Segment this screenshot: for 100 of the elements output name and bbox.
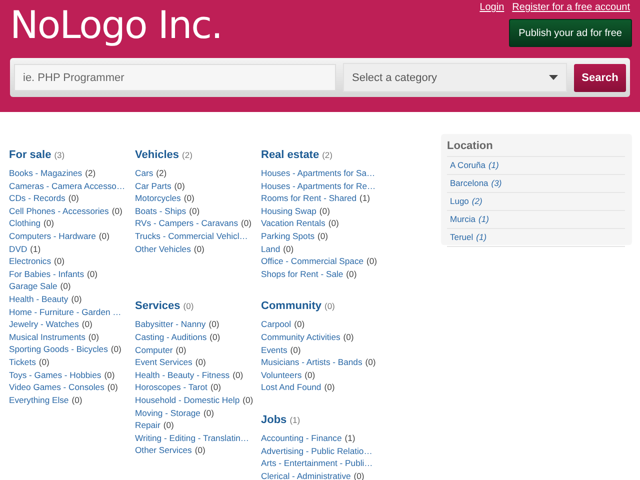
- category-heading[interactable]: Jobs: [261, 414, 287, 426]
- location-link[interactable]: Barcelona: [450, 178, 488, 188]
- location-link[interactable]: Teruel: [450, 232, 474, 242]
- category-select[interactable]: Select a category: [343, 63, 567, 92]
- subcategory-link[interactable]: CDs - Records: [9, 193, 66, 204]
- location-link[interactable]: Lugo: [450, 196, 469, 206]
- subcategory-link[interactable]: Computers - Hardware: [9, 230, 96, 241]
- location-count: (2): [472, 196, 482, 206]
- subcategory-count: (0): [195, 357, 206, 368]
- subcategory-count: (0): [365, 357, 376, 368]
- subcategory-link[interactable]: Jewelry - Watches: [9, 319, 79, 330]
- subcategory-count: (0): [44, 218, 54, 228]
- subcategory-count: (0): [107, 382, 118, 392]
- subcategory-count: (0): [72, 394, 82, 405]
- subcategory-link[interactable]: Advertising - Public Relatio…: [261, 446, 372, 456]
- subcategory-count: (0): [174, 180, 185, 191]
- subcategory-link[interactable]: Electronics: [9, 256, 52, 266]
- subcategory-link[interactable]: Land: [261, 244, 280, 254]
- subcategory-link[interactable]: Moving - Storage: [135, 408, 200, 418]
- caret-icon: [549, 75, 558, 80]
- category-count: (0): [324, 301, 335, 312]
- site-logo[interactable]: NoLogo Inc.: [10, 3, 222, 58]
- subcategory-link[interactable]: DVD: [9, 244, 28, 254]
- header-link[interactable]: Register for a free account: [512, 2, 630, 13]
- subcategory-link[interactable]: Housing Swap: [261, 206, 316, 216]
- publish-ad-button[interactable]: Publish your ad for free: [508, 19, 632, 47]
- subcategory-count: (0): [241, 218, 252, 228]
- subcategory-link[interactable]: Houses - Apartments for Re…: [261, 180, 376, 191]
- location-count: (1): [488, 160, 499, 170]
- subcategory-count: (0): [82, 319, 92, 330]
- subcategory-count: (0): [68, 193, 79, 204]
- subcategory-link[interactable]: Community Activities: [261, 332, 340, 342]
- subcategory-link[interactable]: Car Parts: [135, 180, 172, 191]
- subcategory-count: (0): [203, 408, 214, 418]
- header-link[interactable]: Login: [480, 2, 504, 13]
- subcategory-link[interactable]: RVs - Campers - Caravans: [135, 218, 238, 228]
- subcategory-link[interactable]: Health - Beauty: [9, 294, 68, 304]
- subcategory-link[interactable]: Computer: [135, 344, 173, 355]
- location-count: (3): [491, 178, 502, 188]
- subcategory-link[interactable]: Clerical - Administrative: [261, 470, 351, 480]
- subcategory-count: (0): [366, 256, 378, 266]
- subcategory-link[interactable]: Volunteers: [261, 370, 302, 380]
- subcategory-link[interactable]: Accounting - Finance: [261, 432, 342, 443]
- subcategory-count: (0): [283, 244, 294, 254]
- subcategory-link[interactable]: Video Games - Consoles: [9, 382, 104, 392]
- location-count: (1): [478, 214, 489, 224]
- subcategory-link[interactable]: Musicians - Artists - Bands: [261, 357, 362, 368]
- subcategory-link[interactable]: Home - Furniture - Garden …: [9, 306, 122, 317]
- subcategory-link[interactable]: Event Services: [135, 357, 192, 368]
- subcategory-link[interactable]: Cell Phones - Accessories: [9, 206, 109, 216]
- subcategory-count: (0): [104, 370, 115, 380]
- subcategory-link[interactable]: Events: [261, 344, 288, 355]
- subcategory-link[interactable]: Vacation Rentals: [261, 218, 326, 228]
- subcategory-link[interactable]: Carpool: [261, 319, 292, 330]
- subcategory-link[interactable]: Cars: [135, 168, 154, 178]
- subcategory-link[interactable]: Office - Commercial Space: [261, 256, 364, 266]
- subcategory-link[interactable]: Boats - Ships: [135, 206, 186, 216]
- subcategory-link[interactable]: Lost And Found: [261, 382, 322, 392]
- subcategory-link[interactable]: Trucks - Commercial Vehicl…: [135, 230, 248, 241]
- subcategory-link[interactable]: Writing - Editing - Translatin…: [135, 432, 249, 443]
- subcategory-link[interactable]: Horoscopes - Tarot: [135, 382, 208, 392]
- subcategory-link[interactable]: Motorcycles: [135, 193, 181, 204]
- subcategory-link[interactable]: For Babies - Infants: [9, 268, 84, 279]
- subcategory-count: (0): [304, 370, 316, 380]
- subcategory-link[interactable]: Parking Spots: [261, 230, 315, 241]
- subcategory-link[interactable]: Musical Instruments: [9, 332, 86, 342]
- subcategory-link[interactable]: Houses - Apartments for Sa…: [261, 168, 376, 178]
- search-button[interactable]: Search: [574, 64, 626, 92]
- subcategory-link[interactable]: Books - Magazines: [9, 168, 82, 178]
- subcategory-count: (0): [194, 445, 206, 456]
- subcategory-link[interactable]: Garage Sale: [9, 281, 58, 292]
- subcategory-link[interactable]: Other Services: [135, 445, 192, 456]
- subcategory-link[interactable]: Toys - Games - Hobbies: [9, 370, 102, 380]
- category-heading[interactable]: Real estate: [261, 149, 320, 161]
- subcategory-link[interactable]: Household - Domestic Help: [135, 394, 240, 405]
- subcategory-link[interactable]: Tickets: [9, 356, 36, 367]
- category-heading[interactable]: Services: [135, 300, 180, 312]
- location-link[interactable]: Murcia: [450, 214, 476, 224]
- subcategory-count: (0): [319, 206, 330, 216]
- subcategory-count: (0): [98, 230, 110, 241]
- category-heading[interactable]: Vehicles: [135, 149, 180, 161]
- subcategory-link[interactable]: Arts - Entertainment - Publi…: [261, 458, 373, 468]
- subcategory-count: (0): [208, 319, 220, 330]
- subcategory-link[interactable]: Clothing: [9, 218, 41, 228]
- subcategory-link[interactable]: Other Vehicles: [135, 244, 191, 254]
- category-heading[interactable]: For sale: [9, 149, 52, 161]
- category-heading[interactable]: Community: [261, 300, 322, 312]
- search-field[interactable]: ie. PHP Programmer: [14, 64, 336, 91]
- subcategory-link[interactable]: Sporting Goods - Bicycles: [9, 344, 108, 354]
- subcategory-link[interactable]: Cameras - Camera Accesso…: [9, 180, 126, 191]
- subcategory-count: (0): [110, 344, 122, 354]
- subcategory-count: (0): [242, 394, 254, 405]
- subcategory-link[interactable]: Shops for Rent - Sale: [261, 268, 344, 279]
- subcategory-link[interactable]: Rooms for Rent - Shared: [261, 193, 357, 204]
- subcategory-link[interactable]: Babysitter - Nanny: [135, 319, 206, 330]
- location-link[interactable]: A Coruña: [450, 160, 486, 170]
- subcategory-link[interactable]: Repair: [135, 420, 160, 430]
- subcategory-link[interactable]: Casting - Auditions: [135, 332, 207, 342]
- subcategory-link[interactable]: Everything Else: [9, 394, 69, 405]
- subcategory-link[interactable]: Health - Beauty - Fitness: [135, 370, 230, 380]
